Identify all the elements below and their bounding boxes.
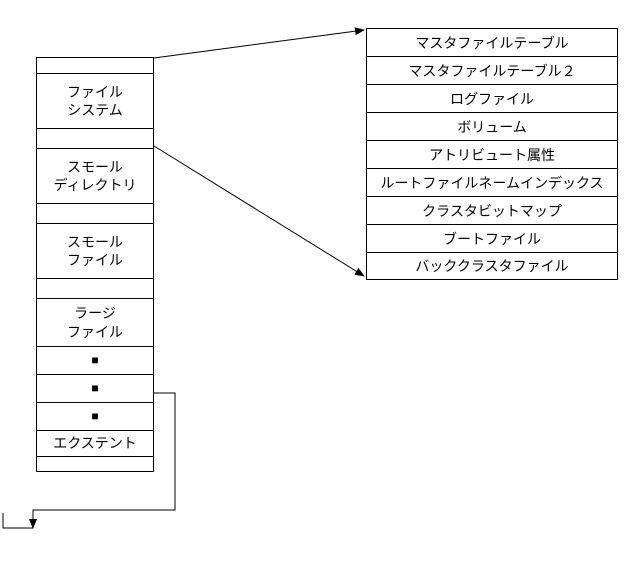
left-row-dot: ■ [36,346,154,374]
cell-label: スモールファイル [67,233,123,269]
left-row-extent: エクステント [36,430,154,456]
cell-label: マスタファイルテーブル２ [408,61,575,81]
cell-label: スモールディレクトリ [53,158,136,194]
left-table: ファイルシステム スモールディレクトリ スモールファイル ラージファイル ■ ■… [36,57,154,472]
right-row-rootindex: ルートファイルネームインデックス [366,168,618,196]
left-row-dot: ■ [36,374,154,402]
right-row-volume: ボリューム [366,112,618,140]
right-row-mft: マスタファイルテーブル [366,28,618,56]
cell-label: ブートファイル [443,229,541,249]
dot-icon: ■ [91,381,98,397]
right-row-backcluster: バッククラスタファイル [366,252,618,280]
right-table: マスタファイルテーブル マスタファイルテーブル２ ログファイル ボリューム アト… [366,28,618,280]
cell-label: バッククラスタファイル [415,256,568,276]
cell-label: アトリビュート属性 [429,145,555,165]
dot-icon: ■ [91,409,98,425]
cell-label: マスタファイルテーブル [415,33,568,53]
dot-icon: ■ [91,353,98,369]
left-row-empty [36,203,154,223]
cell-label: ラージファイル [67,304,123,340]
left-row-large-file: ラージファイル [36,298,154,346]
right-row-bootfile: ブートファイル [366,224,618,252]
cell-label: クラスタビットマップ [422,201,562,221]
left-row-empty [36,278,154,298]
cell-label: ルートファイルネームインデックス [380,173,603,193]
cell-label: ボリューム [457,117,527,137]
right-row-bitmap: クラスタビットマップ [366,196,618,224]
left-row-small-file: スモールファイル [36,223,154,278]
right-row-attribute: アトリビュート属性 [366,140,618,168]
left-row-small-directory: スモールディレクトリ [36,148,154,203]
left-row-empty [36,456,154,472]
cell-label: ファイルシステム [67,83,123,119]
left-row-empty [36,128,154,148]
left-row-dot: ■ [36,402,154,430]
right-row-logfile: ログファイル [366,84,618,112]
cell-label: エクステント [53,434,137,452]
right-row-mft2: マスタファイルテーブル２ [366,56,618,84]
left-row-empty [36,57,154,73]
left-row-filesystem: ファイルシステム [36,73,154,128]
cell-label: ログファイル [450,89,534,109]
